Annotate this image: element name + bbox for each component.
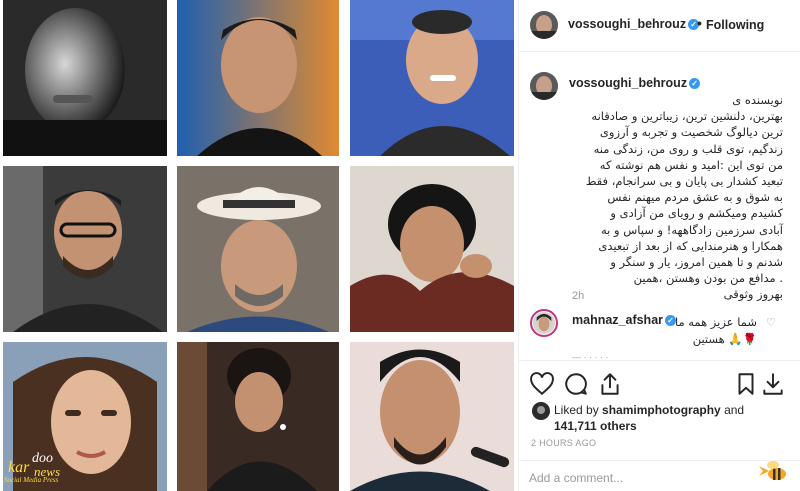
caption-text: نویسنده ی بهترین، دلنشین ترین، زیباترین … [585, 93, 783, 302]
portrait-photo-2 [177, 0, 339, 156]
action-bar [519, 360, 800, 408]
liker-avatar[interactable] [532, 402, 550, 420]
post-time-ago: 2 HOURS AGO [531, 438, 597, 448]
bookmark-icon[interactable] [733, 371, 759, 397]
heart-outline-icon[interactable] [529, 371, 555, 397]
caption-username[interactable]: vossoughi_behrouz ✓ [569, 76, 701, 90]
portrait-photo-6 [350, 166, 514, 332]
download-arrow-icon[interactable] [760, 371, 786, 397]
separator-dot: • [697, 15, 702, 31]
portrait-photo-8 [177, 342, 339, 491]
bee-logo-icon [759, 461, 786, 480]
comment-meta-clipped: — · · · · · [572, 353, 609, 359]
likes-connector: and [724, 403, 745, 417]
caption-avatar[interactable] [530, 72, 558, 100]
likes-count[interactable]: 141,711 others [554, 419, 637, 433]
portrait-photo-4 [3, 166, 167, 332]
portrait-photo-9 [350, 342, 514, 491]
verified-badge-icon: ✓ [689, 78, 701, 89]
add-comment-input[interactable] [529, 469, 729, 487]
likes-summary: Liked by shamimphotography and 141,711 o… [554, 402, 784, 434]
watermark-tagline: Social Media Press [4, 476, 59, 484]
portrait-photo-1 [3, 0, 167, 156]
avatar[interactable] [530, 11, 558, 39]
post-header: vossoughi_behrouz ✓ • Following [519, 0, 800, 52]
header-username[interactable]: vossoughi_behrouz ✓ [568, 17, 700, 31]
share-arrow-icon[interactable] [597, 371, 623, 397]
liker-username[interactable]: shamimphotography [602, 403, 721, 417]
following-button[interactable]: Following [706, 18, 764, 32]
portrait-photo-5 [177, 166, 339, 332]
comment-text: شما عزیز همه ما 🌹🙏 هستین [674, 315, 757, 346]
caption-timestamp: 2h [572, 290, 585, 302]
speech-bubble-icon[interactable] [563, 371, 589, 397]
portrait-photo-3 [350, 0, 514, 156]
likes-prefix: Liked by [554, 403, 599, 417]
instagram-post-view: kar doo news Social Media Press vossough… [0, 0, 800, 491]
small-heart-icon[interactable]: ♡ [766, 316, 776, 329]
portrait-collage: kar doo news Social Media Press [0, 0, 518, 491]
post-detail-panel: vossoughi_behrouz ✓ • Following vossoughi… [518, 0, 800, 491]
svg-text:kar: kar [8, 459, 30, 476]
commenter-avatar[interactable] [530, 309, 558, 337]
